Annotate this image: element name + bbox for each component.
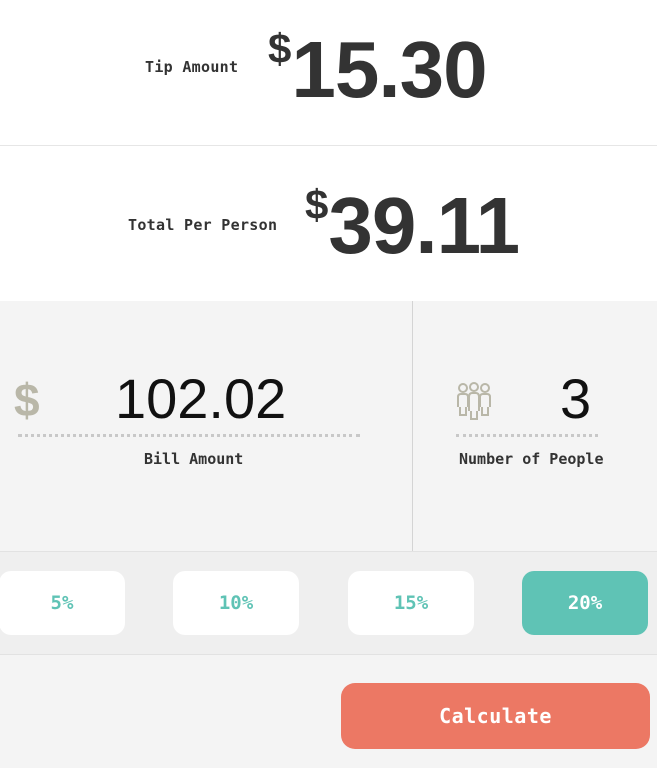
tip-option-10[interactable]: 10% (173, 571, 299, 635)
tip-amount-panel: Tip Amount $15.30 (0, 0, 657, 146)
people-icon (455, 381, 493, 421)
number-of-people-caption: Number of People (459, 450, 604, 468)
bill-amount-underline (18, 434, 360, 437)
input-divider (412, 301, 413, 551)
tip-amount-label: Tip Amount (145, 58, 239, 76)
tip-amount-value: $15.30 (268, 28, 488, 110)
inputs-section: $ 102.02 Bill Amount 3 Number of People (0, 301, 657, 552)
total-per-person-label: Total Per Person (128, 216, 278, 234)
tip-option-15[interactable]: 15% (348, 571, 474, 635)
tip-currency: $ (268, 25, 292, 72)
total-per-person-value: $39.11 (305, 184, 520, 266)
tip-option-20[interactable]: 20% (522, 571, 648, 635)
total-per-person-panel: Total Per Person $39.11 (0, 146, 657, 301)
total-currency: $ (305, 181, 329, 228)
dollar-icon: $ (14, 374, 40, 426)
bill-amount-caption: Bill Amount (144, 450, 244, 468)
tip-percentage-options: 5% 10% 15% 20% (0, 552, 657, 655)
calculate-button[interactable]: Calculate (341, 683, 650, 749)
number-of-people-input[interactable]: 3 (560, 371, 591, 427)
bill-amount-input[interactable]: 102.02 (115, 371, 286, 427)
tip-option-5[interactable]: 5% (0, 571, 125, 635)
tip-amount-number: 15.30 (291, 25, 487, 114)
total-per-person-number: 39.11 (328, 181, 520, 270)
people-underline (456, 434, 598, 437)
